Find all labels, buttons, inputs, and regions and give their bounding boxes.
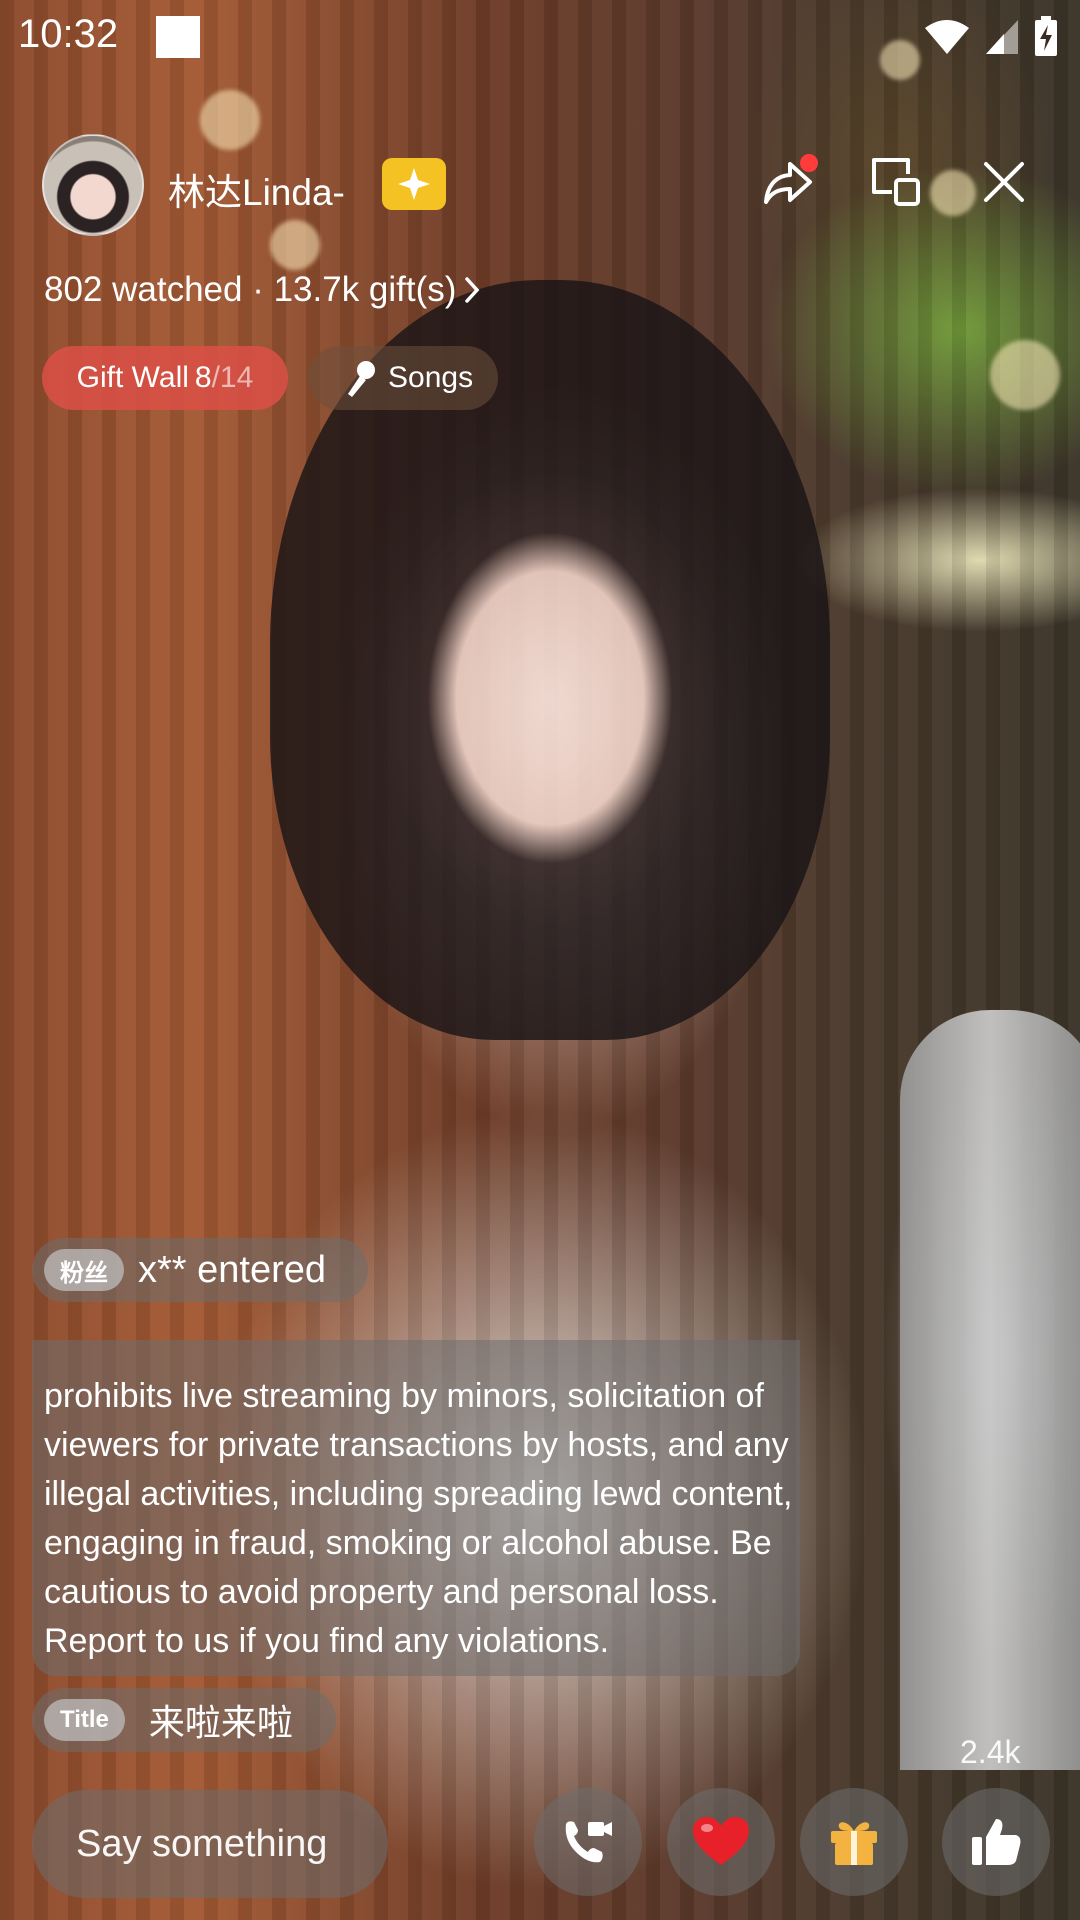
microphone [900,1010,1080,1770]
video-call-icon [565,1821,612,1863]
gift-button[interactable] [800,1788,908,1896]
entered-text: x** entered [138,1248,327,1291]
stream-title: Title 来啦来啦 [32,1688,336,1752]
screen-cast-button[interactable] [866,152,926,212]
comment-input[interactable]: Say something [32,1790,388,1898]
gift-wall-chip[interactable]: Gift Wall 8/14 [42,346,288,410]
platform-notice: prohibits live streaming by minors, soli… [32,1340,800,1676]
title-text: 来啦来啦 [148,1702,293,1743]
viewer-gift-stats[interactable]: 802 watched · 13.7k gift(s) [44,270,480,310]
fan-badge: 粉丝 [44,1249,124,1291]
heart-button[interactable] [667,1788,775,1896]
signal-icon [986,20,1018,54]
wifi-icon [925,20,969,54]
microphone-icon [348,361,375,397]
host-name[interactable]: 林达Linda- [168,162,345,216]
close-button[interactable] [974,152,1034,212]
share-notification-dot [800,154,818,172]
heart-icon [693,1817,749,1865]
songs-chip[interactable]: Songs [308,346,498,410]
battery-charging-icon [1035,16,1057,56]
gift-wall-label: Gift Wall [76,361,189,394]
status-icons [924,16,1058,56]
like-button[interactable] [942,1788,1050,1896]
notice-text: prohibits live streaming by minors, soli… [44,1377,793,1660]
screen-cast-icon [872,158,920,206]
stats-text: 802 watched · 13.7k gift(s) [44,270,457,309]
notification-icon [156,16,200,58]
chevron-right-icon [465,277,480,303]
host-avatar[interactable] [42,134,144,236]
close-icon [984,162,1024,202]
gift-icon [831,1822,877,1865]
gift-wall-count: 8/14 [195,361,253,395]
sparkle-icon [398,168,430,200]
thumbs-up-icon [972,1819,1021,1865]
comment-placeholder: Say something [76,1822,328,1865]
like-count: 2.4k [960,1734,1021,1770]
songs-label: Songs [388,361,474,394]
title-tag: Title [44,1699,125,1741]
user-entered-message: 粉丝 x** entered [32,1238,368,1302]
host-level-badge [382,158,446,210]
gift-wall-current: 8 [194,361,212,394]
gift-wall-total: /14 [211,361,254,394]
status-bar: 10:32 [0,0,1080,76]
status-time: 10:32 [18,12,119,56]
video-call-button[interactable] [534,1788,642,1896]
